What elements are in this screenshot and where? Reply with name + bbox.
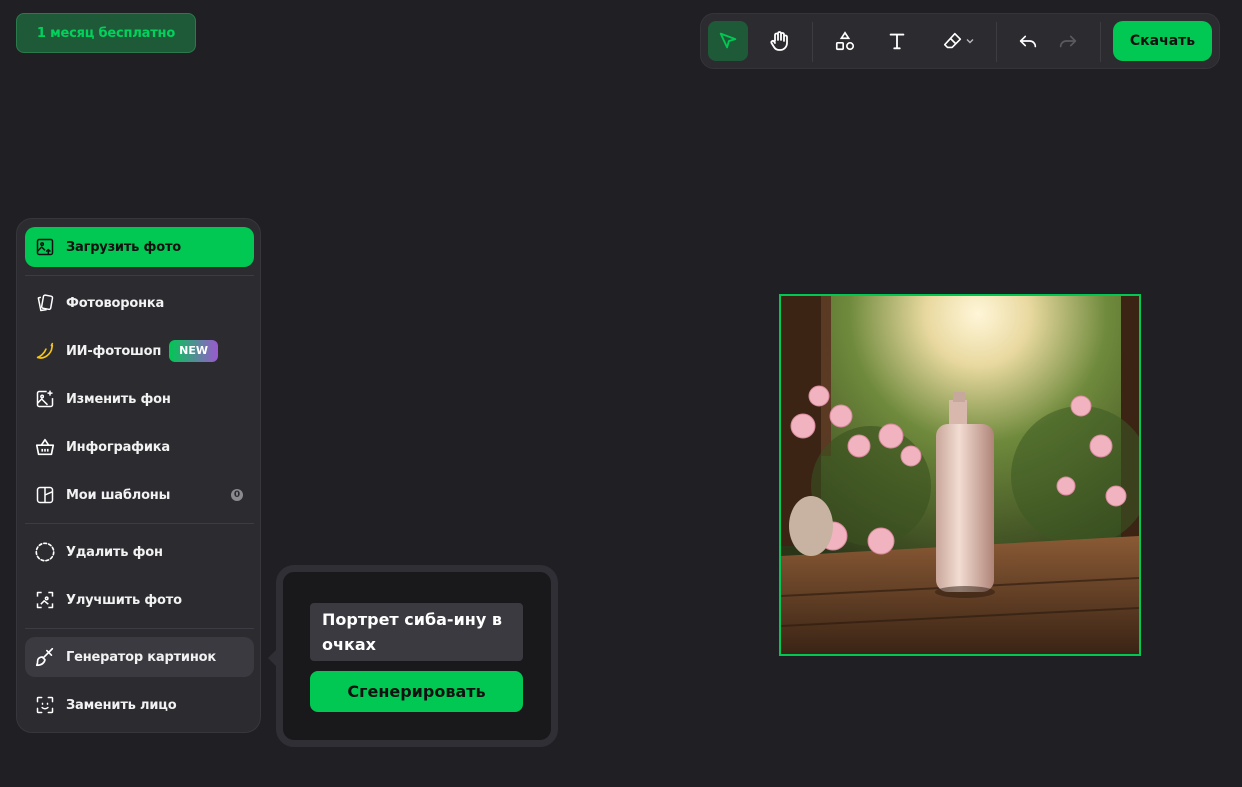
sidebar-divider (25, 523, 254, 524)
free-month-badge[interactable]: 1 месяц бесплатно (16, 13, 196, 53)
shapes-tool-button[interactable] (825, 21, 865, 61)
templates-count-badge: 0 (231, 489, 243, 501)
toolbar-divider (812, 22, 813, 62)
sidebar-item-label: Удалить фон (66, 544, 163, 560)
brush-icon (34, 646, 56, 668)
sidebar-item-label: Фотоворонка (66, 295, 165, 311)
sidebar-item-remove-background[interactable]: Удалить фон (25, 532, 254, 572)
upload-photo-button[interactable]: Загрузить фото (25, 227, 254, 267)
undo-button[interactable] (1008, 21, 1048, 61)
sidebar-item-label: Изменить фон (66, 391, 171, 407)
cursor-icon (719, 32, 737, 49)
sidebar-divider (25, 275, 254, 276)
upload-image-icon (34, 236, 56, 258)
sidebar-item-label: ИИ-фотошоп (66, 343, 162, 359)
toolbar-divider (996, 22, 997, 62)
sidebar-item-face-swap[interactable]: Заменить лицо (25, 685, 254, 725)
hand-icon (770, 31, 788, 51)
sidebar-item-label: Улучшить фото (66, 592, 182, 608)
sidebar-item-label: Загрузить фото (66, 239, 182, 255)
toolbar-divider (1100, 22, 1101, 62)
shapes-icon (835, 31, 855, 51)
sidebar-item-label: Инфографика (66, 439, 170, 455)
product-photo (781, 296, 1139, 654)
sidebar-item-photofunnel[interactable]: Фотоворонка (25, 283, 254, 323)
hand-tool-button[interactable] (760, 21, 800, 61)
popover-arrow (268, 650, 276, 666)
enhance-icon (34, 589, 56, 611)
redo-button[interactable] (1048, 21, 1088, 61)
sidebar-item-my-templates[interactable]: Мои шаблоны 0 (25, 475, 254, 515)
sidebar-item-label: Мои шаблоны (66, 487, 171, 503)
image-generator-popover: Портрет сиба-ину в очках Сгенерировать (276, 565, 558, 747)
text-icon (889, 33, 905, 50)
chevron-down-icon (966, 39, 974, 44)
sidebar-item-change-background[interactable]: Изменить фон (25, 379, 254, 419)
top-toolbar: Скачать (700, 13, 1220, 69)
sidebar-item-enhance-photo[interactable]: Улучшить фото (25, 580, 254, 620)
remove-bg-icon (34, 541, 56, 563)
generate-button[interactable]: Сгенерировать (310, 671, 523, 712)
templates-icon (34, 484, 56, 506)
tools-sidebar: Загрузить фото Фотоворонка ИИ-фотошоп NE… (16, 218, 261, 733)
banana-icon (34, 340, 56, 362)
prompt-input[interactable]: Портрет сиба-ину в очках (310, 603, 523, 661)
sidebar-item-label: Генератор картинок (66, 649, 216, 665)
new-badge: NEW (169, 340, 219, 362)
undo-icon (1019, 35, 1037, 48)
sidebar-item-label: Заменить лицо (66, 697, 177, 713)
cards-icon (34, 292, 56, 314)
eraser-tool-button[interactable] (933, 21, 983, 61)
select-tool-button[interactable] (708, 21, 748, 61)
download-button[interactable]: Скачать (1113, 21, 1212, 61)
eraser-icon (943, 32, 962, 49)
basket-icon (34, 436, 56, 458)
image-plus-icon (34, 388, 56, 410)
sidebar-item-ai-photoshop[interactable]: ИИ-фотошоп NEW (25, 331, 254, 371)
sidebar-divider (25, 628, 254, 629)
canvas-image[interactable] (779, 294, 1141, 656)
redo-icon (1059, 35, 1077, 48)
face-swap-icon (34, 694, 56, 716)
text-tool-button[interactable] (877, 21, 917, 61)
sidebar-item-image-generator[interactable]: Генератор картинок (25, 637, 254, 677)
sidebar-item-infographics[interactable]: Инфографика (25, 427, 254, 467)
